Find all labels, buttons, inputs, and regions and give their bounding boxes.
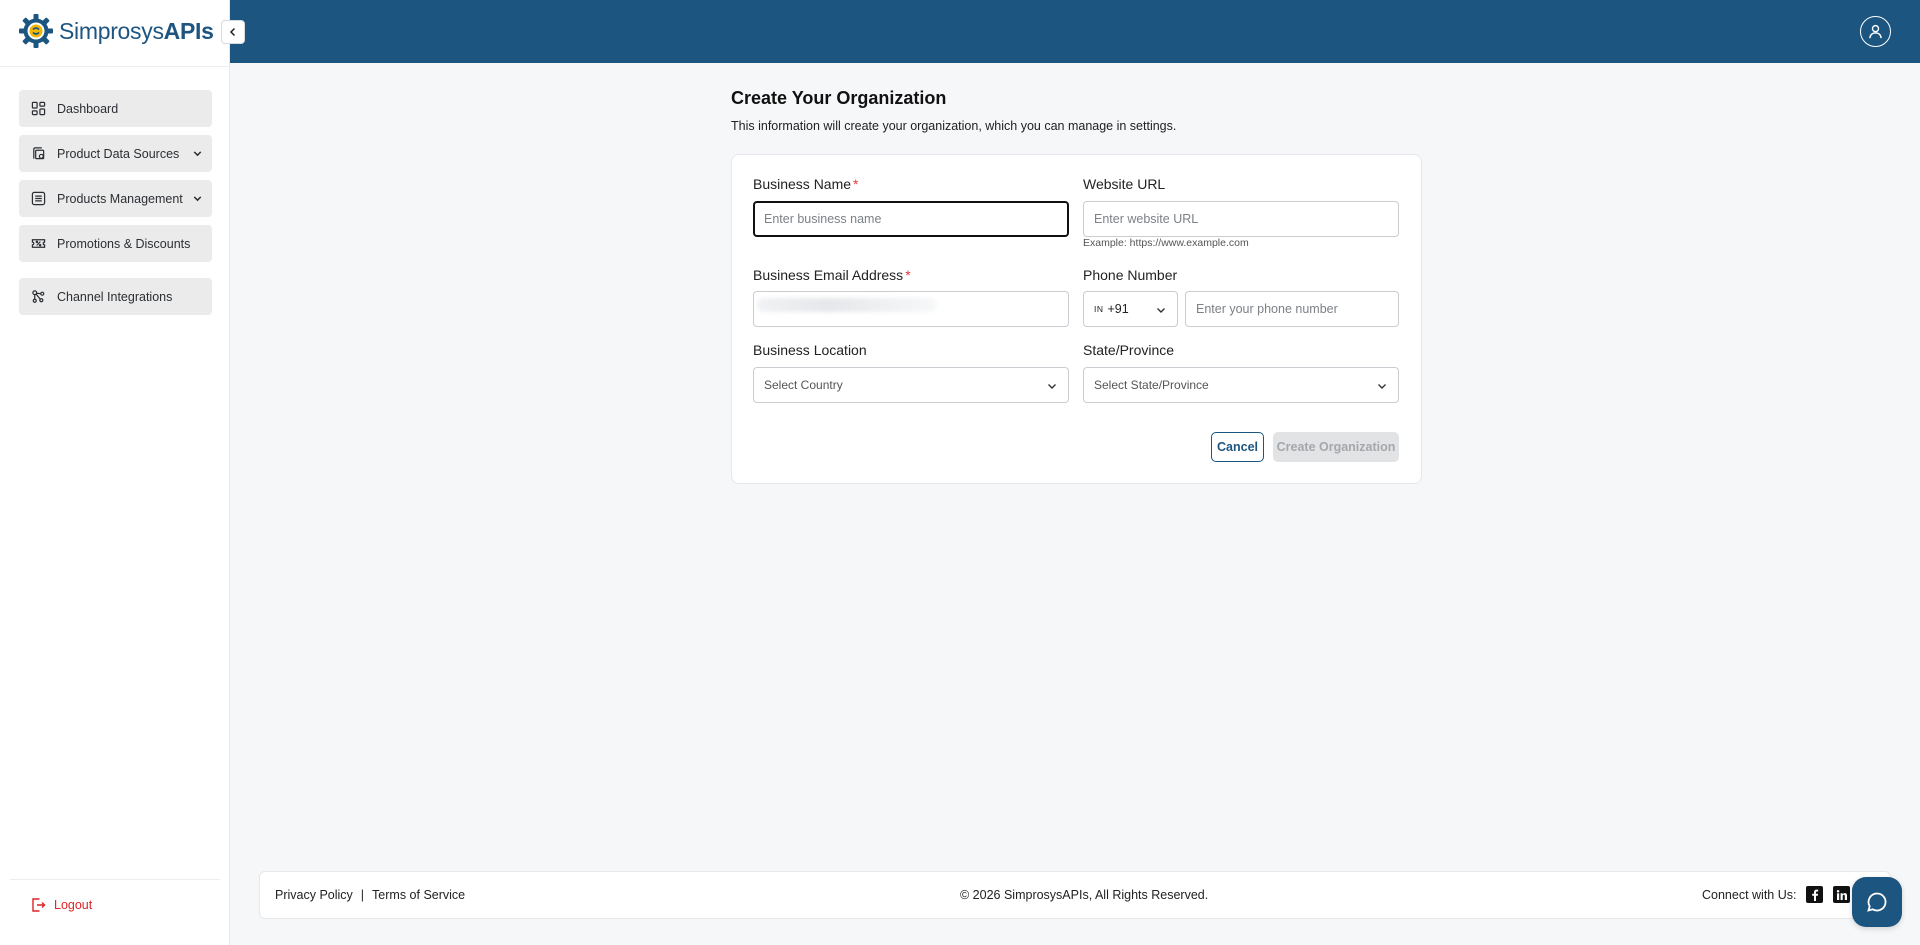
sidebar-item-products-management[interactable]: Products Management bbox=[19, 180, 212, 217]
sidebar-collapse-button[interactable] bbox=[221, 20, 245, 44]
state-province-label: State/Province bbox=[1083, 342, 1175, 358]
brand-logo[interactable]: SimprosysAPIs bbox=[18, 13, 214, 49]
top-header bbox=[230, 0, 1920, 63]
business-location-label: Business Location bbox=[753, 342, 867, 358]
website-url-hint: Example: https://www.example.com bbox=[1083, 237, 1249, 249]
sidebar-item-label: Promotions & Discounts bbox=[57, 236, 191, 251]
business-name-input[interactable] bbox=[753, 201, 1069, 237]
chat-support-button[interactable] bbox=[1852, 877, 1902, 927]
logout-icon bbox=[32, 898, 46, 912]
brand-name: SimprosysAPIs bbox=[59, 17, 214, 44]
sidebar-item-channel-integrations[interactable]: Channel Integrations bbox=[19, 278, 212, 315]
country-code-value: +91 bbox=[1107, 302, 1129, 316]
website-url-label: Website URL bbox=[1083, 176, 1166, 192]
country-select[interactable]: Select Country bbox=[753, 367, 1069, 403]
country-select-value: Select Country bbox=[764, 378, 843, 392]
website-url-input[interactable] bbox=[1083, 201, 1399, 237]
create-organization-button[interactable]: Create Organization bbox=[1273, 432, 1399, 462]
privacy-policy-link[interactable]: Privacy Policy bbox=[275, 888, 353, 902]
required-mark: * bbox=[905, 267, 911, 283]
state-select[interactable]: Select State/Province bbox=[1083, 367, 1399, 403]
required-mark: * bbox=[853, 176, 859, 192]
chevron-down-icon[interactable] bbox=[191, 147, 204, 160]
cancel-button[interactable]: Cancel bbox=[1211, 432, 1264, 462]
chevron-left-icon bbox=[229, 27, 236, 37]
footer-separator: | bbox=[360, 888, 365, 902]
sidebar-item-product-data-sources[interactable]: Product Data Sources bbox=[19, 135, 212, 172]
sidebar: SimprosysAPIs Dashboard Product Data Sou… bbox=[0, 0, 230, 945]
chevron-down-icon[interactable] bbox=[191, 192, 204, 205]
facebook-icon[interactable] bbox=[1806, 886, 1823, 903]
logout-label: Logout bbox=[54, 898, 93, 912]
business-email-label: Business Email Address * bbox=[753, 267, 911, 283]
page-title: Create Your Organization bbox=[731, 88, 947, 108]
sidebar-item-label: Channel Integrations bbox=[57, 289, 173, 304]
dashboard-icon bbox=[30, 101, 46, 117]
terms-of-service-link[interactable]: Terms of Service bbox=[372, 888, 465, 902]
chevron-down-icon bbox=[1157, 308, 1165, 313]
sidebar-item-label: Dashboard bbox=[57, 101, 119, 116]
logout-button[interactable]: Logout bbox=[30, 897, 92, 913]
chevron-down-icon bbox=[1378, 384, 1386, 389]
integrations-icon bbox=[30, 289, 46, 305]
page-footer: Privacy Policy | Terms of Service © 2026… bbox=[259, 871, 1891, 919]
country-code-select[interactable]: IN +91 bbox=[1083, 291, 1178, 327]
sidebar-item-promotions-discounts[interactable]: Promotions & Discounts bbox=[19, 225, 212, 262]
phone-number-label: Phone Number bbox=[1083, 267, 1178, 283]
ticket-icon bbox=[30, 236, 46, 252]
sidebar-item-dashboard[interactable]: Dashboard bbox=[19, 90, 212, 127]
chevron-down-icon bbox=[1048, 384, 1056, 389]
page-subtitle: This information will create your organi… bbox=[731, 119, 1177, 133]
chat-bubble-icon bbox=[1867, 892, 1887, 912]
copyright-text: © 2026 SimprosysAPIs, All Rights Reserve… bbox=[960, 888, 1209, 902]
sidebar-item-label: Product Data Sources bbox=[57, 146, 180, 161]
user-icon bbox=[1869, 24, 1882, 39]
footer-links: Privacy Policy | Terms of Service bbox=[275, 888, 465, 902]
sidebar-divider bbox=[10, 879, 220, 880]
sidebar-item-label: Products Management bbox=[57, 191, 183, 206]
connect-label: Connect with Us: bbox=[1702, 888, 1797, 902]
sidebar-divider bbox=[0, 66, 229, 67]
gear-logo-icon bbox=[19, 14, 53, 48]
state-select-value: Select State/Province bbox=[1094, 378, 1209, 392]
products-list-icon bbox=[30, 191, 46, 207]
user-account-button[interactable] bbox=[1860, 16, 1891, 47]
data-sources-icon bbox=[30, 146, 46, 162]
phone-number-input[interactable] bbox=[1185, 291, 1399, 327]
redacted-email-value bbox=[757, 298, 937, 312]
linkedin-icon[interactable] bbox=[1833, 886, 1850, 903]
business-name-label: Business Name * bbox=[753, 176, 859, 192]
country-flag: IN bbox=[1094, 304, 1104, 314]
